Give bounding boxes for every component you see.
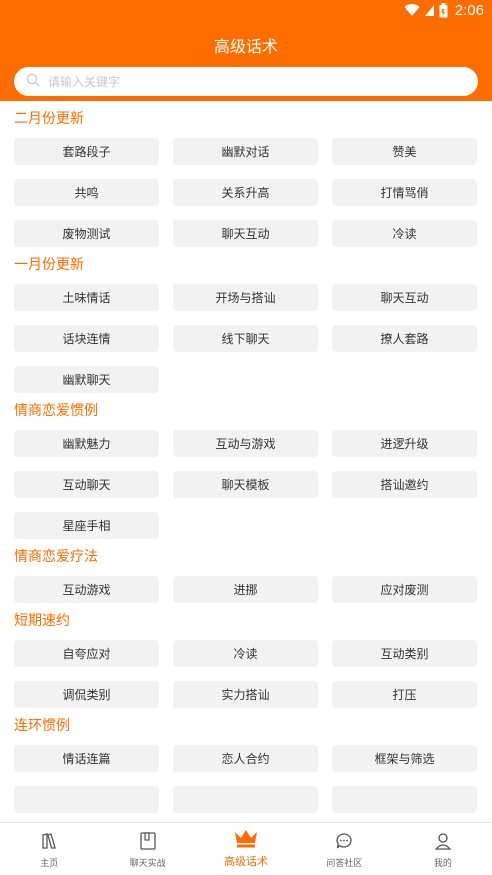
- signal-icon: [424, 4, 435, 17]
- battery-icon: [439, 3, 448, 18]
- topic-chip[interactable]: 线下聊天: [173, 325, 318, 352]
- section-february-updates: 二月份更新 套路段子 幽默对话 赞美 共鸣 关系升高 打情骂俏 废物测试 聊天互…: [0, 101, 492, 247]
- section-title: 一月份更新: [14, 257, 84, 273]
- tab-profile[interactable]: 我的: [394, 823, 492, 875]
- section-title: 二月份更新: [14, 111, 84, 127]
- topic-chip[interactable]: 进挪: [173, 576, 318, 603]
- topic-chip[interactable]: 互动与游戏: [173, 430, 318, 457]
- topic-chip[interactable]: 话块连情: [14, 325, 159, 352]
- wifi-icon: [404, 4, 420, 17]
- topic-chip[interactable]: 开场与搭讪: [173, 284, 318, 311]
- status-time: 2:06: [454, 2, 484, 19]
- topic-chip[interactable]: 互动类别: [332, 640, 477, 667]
- app-header: 2:06 高级话术: [0, 0, 492, 101]
- section-january-updates: 一月份更新 土味情话 开场与搭讪 聊天互动 话块连情 线下聊天 撩人套路 幽默聊…: [0, 247, 492, 393]
- topic-chip[interactable]: 聊天模板: [173, 471, 318, 498]
- bottom-tab-bar: 主页 聊天实战 高级话术 问答社区 我的: [0, 822, 492, 875]
- topic-chip[interactable]: 星座手相: [14, 512, 159, 539]
- topic-chip[interactable]: 框架与筛选: [332, 745, 477, 772]
- topic-chip[interactable]: [332, 786, 477, 813]
- topic-chip[interactable]: 情话连篇: [14, 745, 159, 772]
- topic-chip[interactable]: 恋人合约: [173, 745, 318, 772]
- topic-chip[interactable]: 打压: [332, 681, 477, 708]
- section-eq-routines: 情商恋爱惯例 幽默魅力 互动与游戏 进逻升级 互动聊天 聊天模板 搭讪邀约 星座…: [0, 393, 492, 539]
- topic-chip[interactable]: 赞美: [332, 138, 477, 165]
- topic-chip[interactable]: 幽默聊天: [14, 366, 159, 393]
- profile-icon: [434, 829, 452, 853]
- topic-chip[interactable]: 撩人套路: [332, 325, 477, 352]
- topic-chip[interactable]: 实力搭讪: [173, 681, 318, 708]
- topic-chip[interactable]: 打情骂俏: [332, 179, 477, 206]
- topic-chip[interactable]: 应对废测: [332, 576, 477, 603]
- topic-chip[interactable]: 进逻升级: [332, 430, 477, 457]
- topic-chip[interactable]: 互动游戏: [14, 576, 159, 603]
- section-short-term-dating: 短期速约 自夸应对 冷读 互动类别 调侃类别 实力搭讪 打压: [0, 603, 492, 708]
- chip-grid: 幽默魅力 互动与游戏 进逻升级 互动聊天 聊天模板 搭讪邀约 星座手相: [14, 430, 478, 539]
- chip-grid: 套路段子 幽默对话 赞美 共鸣 关系升高 打情骂俏 废物测试 聊天互动 冷读: [14, 138, 478, 247]
- topic-chip[interactable]: 调侃类别: [14, 681, 159, 708]
- topic-chip[interactable]: 共鸣: [14, 179, 159, 206]
- tab-label: 主页: [40, 859, 59, 869]
- topic-chip[interactable]: 套路段子: [14, 138, 159, 165]
- crown-icon: [233, 826, 259, 850]
- topic-chip[interactable]: 废物测试: [14, 220, 159, 247]
- section-title: 情商恋爱惯例: [14, 403, 98, 419]
- section-chain-routines: 连环惯例 情话连篇 恋人合约 框架与筛选: [0, 708, 492, 813]
- search-bar[interactable]: [14, 67, 478, 96]
- chip-grid: 自夸应对 冷读 互动类别 调侃类别 实力搭讪 打压: [14, 640, 478, 708]
- topic-chip[interactable]: 搭讪邀约: [332, 471, 477, 498]
- topic-chip[interactable]: 聊天互动: [332, 284, 477, 311]
- topic-chip[interactable]: [173, 786, 318, 813]
- topic-chip[interactable]: 关系升高: [173, 179, 318, 206]
- chip-grid: 土味情话 开场与搭讪 聊天互动 话块连情 线下聊天 撩人套路 幽默聊天: [14, 284, 478, 393]
- topic-chip[interactable]: 自夸应对: [14, 640, 159, 667]
- qa-bubble-icon: [335, 829, 353, 853]
- tab-chat-practice[interactable]: 聊天实战: [98, 823, 196, 875]
- topic-chip[interactable]: 幽默对话: [173, 138, 318, 165]
- chip-grid: 互动游戏 进挪 应对废测: [14, 576, 478, 603]
- chip-grid: 情话连篇 恋人合约 框架与筛选: [14, 745, 478, 813]
- tab-label: 高级话术: [224, 855, 269, 868]
- topic-chip[interactable]: 幽默魅力: [14, 430, 159, 457]
- status-bar: 2:06: [0, 0, 492, 22]
- page-title: 高级话术: [213, 37, 278, 56]
- topic-chip[interactable]: 冷读: [173, 640, 318, 667]
- tab-label: 聊天实战: [129, 859, 166, 869]
- section-eq-therapy: 情商恋爱疗法 互动游戏 进挪 应对废测: [0, 539, 492, 603]
- chat-practice-icon: [139, 829, 156, 853]
- topic-chip[interactable]: 冷读: [332, 220, 477, 247]
- tab-advanced-scripts[interactable]: 高级话术: [197, 823, 295, 875]
- tab-label: 问答社区: [326, 859, 363, 869]
- tab-qa-community[interactable]: 问答社区: [295, 823, 393, 875]
- topic-chip[interactable]: [14, 786, 159, 813]
- section-title: 连环惯例: [14, 718, 70, 734]
- home-icon: [40, 829, 58, 853]
- status-icons: 2:06: [404, 2, 484, 19]
- topic-chip[interactable]: 土味情话: [14, 284, 159, 311]
- tab-label: 我的: [433, 859, 452, 869]
- category-list: 二月份更新 套路段子 幽默对话 赞美 共鸣 关系升高 打情骂俏 废物测试 聊天互…: [0, 101, 492, 822]
- search-icon: [26, 72, 48, 91]
- section-title: 情商恋爱疗法: [14, 549, 98, 565]
- section-title: 短期速约: [14, 613, 70, 629]
- topic-chip[interactable]: 互动聊天: [14, 471, 159, 498]
- topic-chip[interactable]: 聊天互动: [173, 220, 318, 247]
- tab-home[interactable]: 主页: [0, 823, 98, 875]
- search-input[interactable]: [48, 74, 448, 89]
